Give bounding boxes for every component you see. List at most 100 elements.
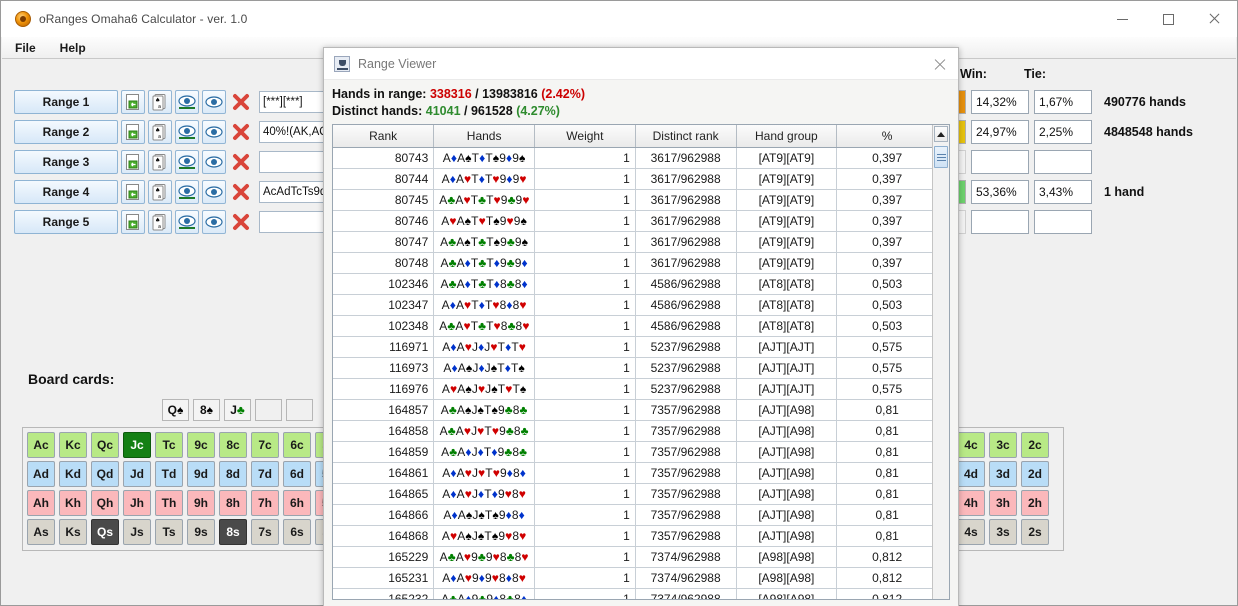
card-Jh[interactable]: Jh (123, 490, 151, 516)
board-card-slot-4[interactable] (255, 399, 282, 421)
card-6d[interactable]: 6d (283, 461, 311, 487)
table-row[interactable]: 102348 A♣A♥T♣T♥8♣8♥ 1 4586/962988 [AT8][AT8]… (333, 315, 938, 337)
import-range-button-1[interactable] (121, 90, 145, 114)
table-row[interactable]: 164868 A♥A♠J♠T♠9♥8♥ 1 7357/962988 [AJT][A98]… (333, 525, 938, 547)
card-selector-button-3[interactable]: ♠ a (148, 150, 172, 174)
card-2c[interactable]: 2c (1021, 432, 1049, 458)
card-Ts[interactable]: Ts (155, 519, 183, 545)
table-row[interactable]: 80744 A♦A♥T♦T♥9♦9♥ 1 3617/962988 [AT9][AT9] 0… (333, 168, 938, 190)
import-range-button-3[interactable] (121, 150, 145, 174)
minimize-button[interactable] (1099, 1, 1145, 37)
card-Kh[interactable]: Kh (59, 490, 87, 516)
delete-range-button-2[interactable] (229, 120, 253, 144)
card-7d[interactable]: 7d (251, 461, 279, 487)
card-8c[interactable]: 8c (219, 432, 247, 458)
card-selector-button-1[interactable]: ♠ a (148, 90, 172, 114)
board-card-slot-2[interactable]: 8 ♠ (193, 399, 220, 421)
card-Qh[interactable]: Qh (91, 490, 119, 516)
tie-percent-field[interactable]: 3,43% (1034, 180, 1092, 204)
column-header-weight[interactable]: Weight (534, 125, 636, 148)
import-range-button-4[interactable] (121, 180, 145, 204)
table-row[interactable]: 164858 A♣A♥J♥T♥9♣8♣ 1 7357/962988 [AJT][A98]… (333, 420, 938, 442)
card-9s[interactable]: 9s (187, 519, 215, 545)
table-row[interactable]: 165232 A♣A♦9♣9♦8♣8♦ 1 7374/962988 [A98][A98]… (333, 588, 938, 599)
close-button[interactable] (1191, 1, 1237, 37)
card-9h[interactable]: 9h (187, 490, 215, 516)
card-Ah[interactable]: Ah (27, 490, 55, 516)
card-8h[interactable]: 8h (219, 490, 247, 516)
card-selector-button-5[interactable]: ♠ a (148, 210, 172, 234)
card-7c[interactable]: 7c (251, 432, 279, 458)
card-Th[interactable]: Th (155, 490, 183, 516)
card-7s[interactable]: 7s (251, 519, 279, 545)
range-button-1[interactable]: Range 1 (14, 90, 118, 114)
range-button-4[interactable]: Range 4 (14, 180, 118, 204)
preview-range-button-1[interactable] (202, 90, 226, 114)
card-Ac[interactable]: Ac (27, 432, 55, 458)
table-row[interactable]: 164857 A♣A♠J♠T♠9♣8♣ 1 7357/962988 [AJT][A98]… (333, 399, 938, 421)
card-9c[interactable]: 9c (187, 432, 215, 458)
card-7h[interactable]: 7h (251, 490, 279, 516)
column-header-hand-group[interactable]: Hand group (736, 125, 838, 148)
delete-range-button-3[interactable] (229, 150, 253, 174)
card-3c[interactable]: 3c (989, 432, 1017, 458)
table-row[interactable]: 165229 A♣A♥9♣9♥8♣8♥ 1 7374/962988 [A98][A98]… (333, 546, 938, 568)
win-percent-field[interactable]: 14,32% (971, 90, 1029, 114)
board-card-slot-1[interactable]: Q ♠ (162, 399, 189, 421)
card-9d[interactable]: 9d (187, 461, 215, 487)
board-card-slot-5[interactable] (286, 399, 313, 421)
tie-percent-field[interactable] (1034, 150, 1092, 174)
column-header-percent[interactable]: % (836, 125, 938, 148)
card-3h[interactable]: 3h (989, 490, 1017, 516)
view-range-button-2[interactable] (175, 120, 199, 144)
card-Js[interactable]: Js (123, 519, 151, 545)
tie-percent-field[interactable]: 2,25% (1034, 120, 1092, 144)
board-card-slot-3[interactable]: J ♣ (224, 399, 251, 421)
card-8s[interactable]: 8s (219, 519, 247, 545)
card-3s[interactable]: 3s (989, 519, 1017, 545)
win-percent-field[interactable] (971, 150, 1029, 174)
card-Jc[interactable]: Jc (123, 432, 151, 458)
table-row[interactable]: 80746 A♥A♠T♥T♠9♥9♠ 1 3617/962988 [AT9][AT9] 0… (333, 210, 938, 232)
table-row[interactable]: 102347 A♦A♥T♦T♥8♦8♥ 1 4586/962988 [AT8][AT8]… (333, 294, 938, 316)
table-row[interactable]: 80745 A♣A♥T♣T♥9♣9♥ 1 3617/962988 [AT9][AT9] 0… (333, 189, 938, 211)
card-4c[interactable]: 4c (957, 432, 985, 458)
card-6c[interactable]: 6c (283, 432, 311, 458)
card-2h[interactable]: 2h (1021, 490, 1049, 516)
card-4h[interactable]: 4h (957, 490, 985, 516)
card-8d[interactable]: 8d (219, 461, 247, 487)
card-Qs[interactable]: Qs (91, 519, 119, 545)
card-Kc[interactable]: Kc (59, 432, 87, 458)
view-range-button-4[interactable] (175, 180, 199, 204)
range-button-2[interactable]: Range 2 (14, 120, 118, 144)
card-2s[interactable]: 2s (1021, 519, 1049, 545)
preview-range-button-5[interactable] (202, 210, 226, 234)
table-row[interactable]: 102346 A♣A♦T♣T♦8♣8♦ 1 4586/962988 [AT8][AT8]… (333, 273, 938, 295)
card-6h[interactable]: 6h (283, 490, 311, 516)
card-Kd[interactable]: Kd (59, 461, 87, 487)
win-percent-field[interactable]: 24,97% (971, 120, 1029, 144)
table-row[interactable]: 80748 A♣A♦T♣T♦9♣9♦ 1 3617/962988 [AT9][AT9] 0… (333, 252, 938, 274)
card-Ad[interactable]: Ad (27, 461, 55, 487)
view-range-button-5[interactable] (175, 210, 199, 234)
scrollbar-thumb[interactable] (934, 146, 948, 168)
dialog-close-button[interactable] (928, 53, 950, 75)
card-6s[interactable]: 6s (283, 519, 311, 545)
win-percent-field[interactable]: 53,36% (971, 180, 1029, 204)
table-row[interactable]: 164859 A♣A♦J♦T♦9♣8♣ 1 7357/962988 [AJT][A98]… (333, 441, 938, 463)
table-row[interactable]: 116973 A♦A♠J♦J♠T♦T♠ 1 5237/962988 [AJT][AJT]… (333, 357, 938, 379)
card-4d[interactable]: 4d (957, 461, 985, 487)
import-range-button-2[interactable] (121, 120, 145, 144)
preview-range-button-3[interactable] (202, 150, 226, 174)
table-row[interactable]: 164861 A♦A♥J♥T♥9♦8♦ 1 7357/962988 [AJT][A98]… (333, 462, 938, 484)
delete-range-button-4[interactable] (229, 180, 253, 204)
column-header-distinct-rank[interactable]: Distinct rank (635, 125, 737, 148)
table-row[interactable]: 164865 A♦A♥J♦T♦9♥8♥ 1 7357/962988 [AJT][A98]… (333, 483, 938, 505)
delete-range-button-5[interactable] (229, 210, 253, 234)
win-percent-field[interactable] (971, 210, 1029, 234)
card-4s[interactable]: 4s (957, 519, 985, 545)
import-range-button-5[interactable] (121, 210, 145, 234)
preview-range-button-4[interactable] (202, 180, 226, 204)
card-Ks[interactable]: Ks (59, 519, 87, 545)
delete-range-button-1[interactable] (229, 90, 253, 114)
